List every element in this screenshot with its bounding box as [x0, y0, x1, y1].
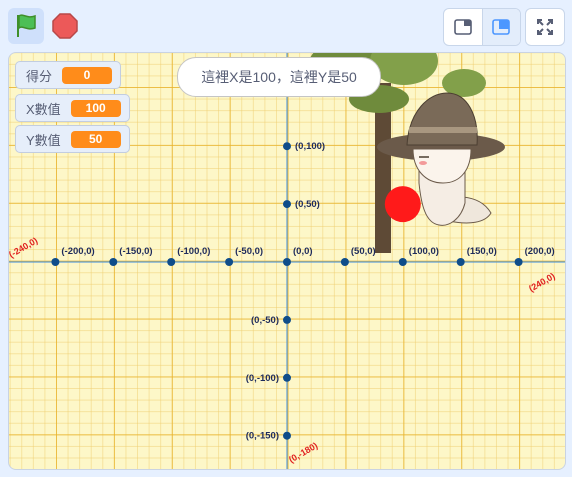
x-axis-point: [398, 258, 407, 266]
y-axis-label: (0,-100): [246, 373, 279, 384]
y-axis-point: [283, 373, 291, 382]
x-axis-point: [167, 258, 176, 266]
x-axis-label: (0,0): [293, 246, 313, 257]
ball-sprite[interactable]: [384, 186, 421, 223]
y-axis-point: [283, 142, 291, 151]
edge-label-left: (-240,0): [9, 235, 39, 259]
monitor-x-value: X數值 100: [15, 94, 130, 122]
x-axis-label: (150,0): [467, 246, 497, 257]
speech-bubble: 這裡X是100，這裡Y是50: [177, 57, 381, 97]
x-axis-point: [51, 258, 60, 266]
y-axis-label: (0,100): [295, 141, 325, 152]
fullscreen-icon: [537, 19, 553, 35]
y-axis-label: (0,-50): [251, 315, 279, 326]
small-stage-icon: [453, 19, 472, 35]
edge-label-bottom: (0,-180): [287, 440, 319, 464]
monitor-y-value-readout: 50: [70, 130, 121, 148]
x-axis-point: [514, 258, 523, 266]
monitor-y-value: Y數值 50: [15, 125, 130, 153]
y-axis-point: [283, 200, 291, 209]
x-axis-label: (50,0): [351, 246, 376, 257]
y-axis-point: [283, 315, 291, 324]
stage[interactable]: (-200,0) (-150,0) (-100,0) (-50,0) (0,0) (50,…: [8, 52, 566, 470]
x-axis-point: [283, 258, 291, 266]
axis-labels: (-200,0) (-150,0) (-100,0) (-50,0) (0,0) (50,…: [9, 141, 557, 465]
x-axis-label: (-50,0): [235, 246, 263, 257]
stop-sign-icon: [52, 13, 78, 39]
monitor-score: 得分 0: [15, 61, 122, 89]
x-axis-label: (200,0): [525, 246, 555, 257]
x-axis-label: (100,0): [409, 246, 439, 257]
x-axis-point: [109, 258, 118, 266]
monitor-score-label: 得分: [26, 68, 53, 84]
edge-label-right: (240,0): [527, 271, 557, 294]
monitor-x-value-readout: 100: [70, 99, 121, 117]
monitor-x-label: X數值: [26, 101, 61, 117]
x-axis-point: [340, 258, 349, 266]
large-stage-icon: [492, 19, 511, 35]
x-axis-point: [456, 258, 465, 266]
stage-size-toggle: [443, 8, 521, 46]
x-axis-label: (-200,0): [61, 246, 94, 257]
large-stage-button[interactable]: [481, 9, 520, 45]
x-axis-label: (-100,0): [177, 246, 210, 257]
stop-button[interactable]: [50, 8, 80, 44]
small-stage-button[interactable]: [444, 9, 482, 45]
green-flag-icon: [17, 14, 36, 37]
green-flag-button[interactable]: [8, 8, 44, 44]
monitor-score-value: 0: [62, 66, 113, 84]
x-axis-point: [225, 258, 234, 266]
monitor-y-label: Y數值: [26, 132, 61, 148]
y-axis-label: (0,-150): [246, 431, 279, 442]
stage-toolbar: [0, 0, 572, 52]
x-axis-label: (-150,0): [119, 246, 152, 257]
y-axis-point: [283, 431, 291, 440]
y-axis-label: (0,50): [295, 199, 320, 210]
fullscreen-button[interactable]: [525, 8, 565, 46]
